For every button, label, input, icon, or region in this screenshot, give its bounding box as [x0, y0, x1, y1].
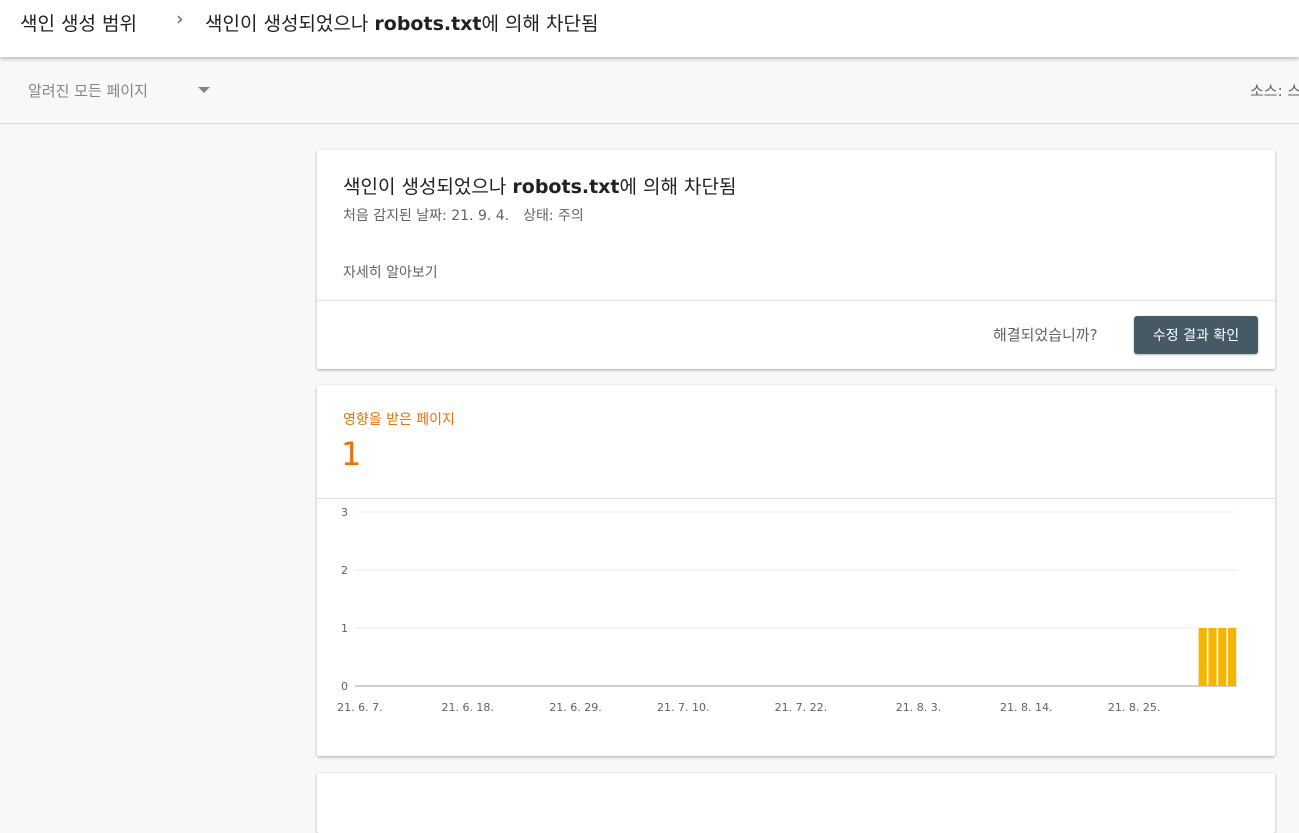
breadcrumb-current-prefix: 색인이 생성되었으나 [205, 13, 375, 35]
x-tick-label: 21. 7. 22. [775, 701, 827, 714]
breadcrumb-root-link[interactable]: 색인 생성 범위 [20, 9, 137, 36]
fixed-question: 해결되었습니까? [993, 326, 1098, 344]
chart-bar [1198, 628, 1207, 686]
breadcrumb-current-bold: robots.txt [374, 13, 482, 35]
card-divider [317, 300, 1275, 301]
x-tick-label: 21. 8. 3. [896, 701, 941, 714]
y-tick-label: 0 [341, 680, 348, 693]
x-tick-label: 21. 8. 25. [1108, 701, 1160, 714]
y-tick-label: 3 [341, 506, 348, 519]
chart-bar [1208, 628, 1217, 686]
breadcrumb-separator-icon: › [176, 8, 184, 30]
affected-pages-label: 영향을 받은 페이지 [343, 412, 455, 428]
source-label: 소스: 스 [1250, 82, 1299, 100]
x-tick-label: 21. 8. 14. [1000, 701, 1052, 714]
page-filter-dropdown[interactable]: 알려진 모든 페이지 [28, 80, 148, 101]
issue-title: 색인이 생성되었으나 robots.txt에 의해 차단됨 [343, 172, 736, 199]
x-tick-label: 21. 6. 7. [337, 701, 382, 714]
learn-more-link[interactable]: 자세히 알아보기 [343, 262, 438, 282]
breadcrumb-current-suffix: 에 의해 차단됨 [481, 13, 599, 35]
issue-status: 상태: 주의 [523, 208, 584, 224]
issue-meta: 처음 감지된 날짜: 21. 9. 4. 상태: 주의 [343, 205, 584, 225]
first-detected-date: 처음 감지된 날짜: 21. 9. 4. [343, 208, 510, 224]
dropdown-arrow-icon[interactable] [198, 87, 210, 93]
next-card [317, 773, 1275, 833]
validate-fix-button[interactable]: 수정 결과 확인 [1134, 316, 1258, 354]
issue-title-suffix: 에 의해 차단됨 [619, 176, 737, 198]
affected-pages-chart: 0 1 2 3 21. 6. 7. 21. 6. 18. 21. 6. 29. 21. 7. … [337, 506, 1237, 714]
affected-pages-card: 영향을 받은 페이지 1 0 1 2 3 21. 6. 7. 21. 6. 18. 21. … [317, 385, 1275, 756]
issue-title-prefix: 색인이 생성되었으나 [343, 176, 513, 198]
x-tick-label: 21. 6. 18. [441, 701, 493, 714]
breadcrumb-current: 색인이 생성되었으나 robots.txt에 의해 차단됨 [205, 9, 598, 36]
y-tick-label: 1 [341, 622, 348, 635]
chart-bar [1228, 628, 1237, 686]
filter-bar [0, 57, 1299, 124]
header-bar: 색인 생성 범위 › 색인이 생성되었으나 robots.txt에 의해 차단됨 [0, 0, 1299, 57]
y-tick-label: 2 [341, 564, 348, 577]
chart-bar [1218, 628, 1227, 686]
x-tick-label: 21. 7. 10. [657, 701, 709, 714]
affected-pages-count: 1 [341, 435, 362, 473]
issue-title-bold: robots.txt [512, 176, 620, 198]
issue-card: 색인이 생성되었으나 robots.txt에 의해 차단됨 처음 감지된 날짜:… [317, 150, 1275, 369]
x-tick-label: 21. 6. 29. [549, 701, 601, 714]
